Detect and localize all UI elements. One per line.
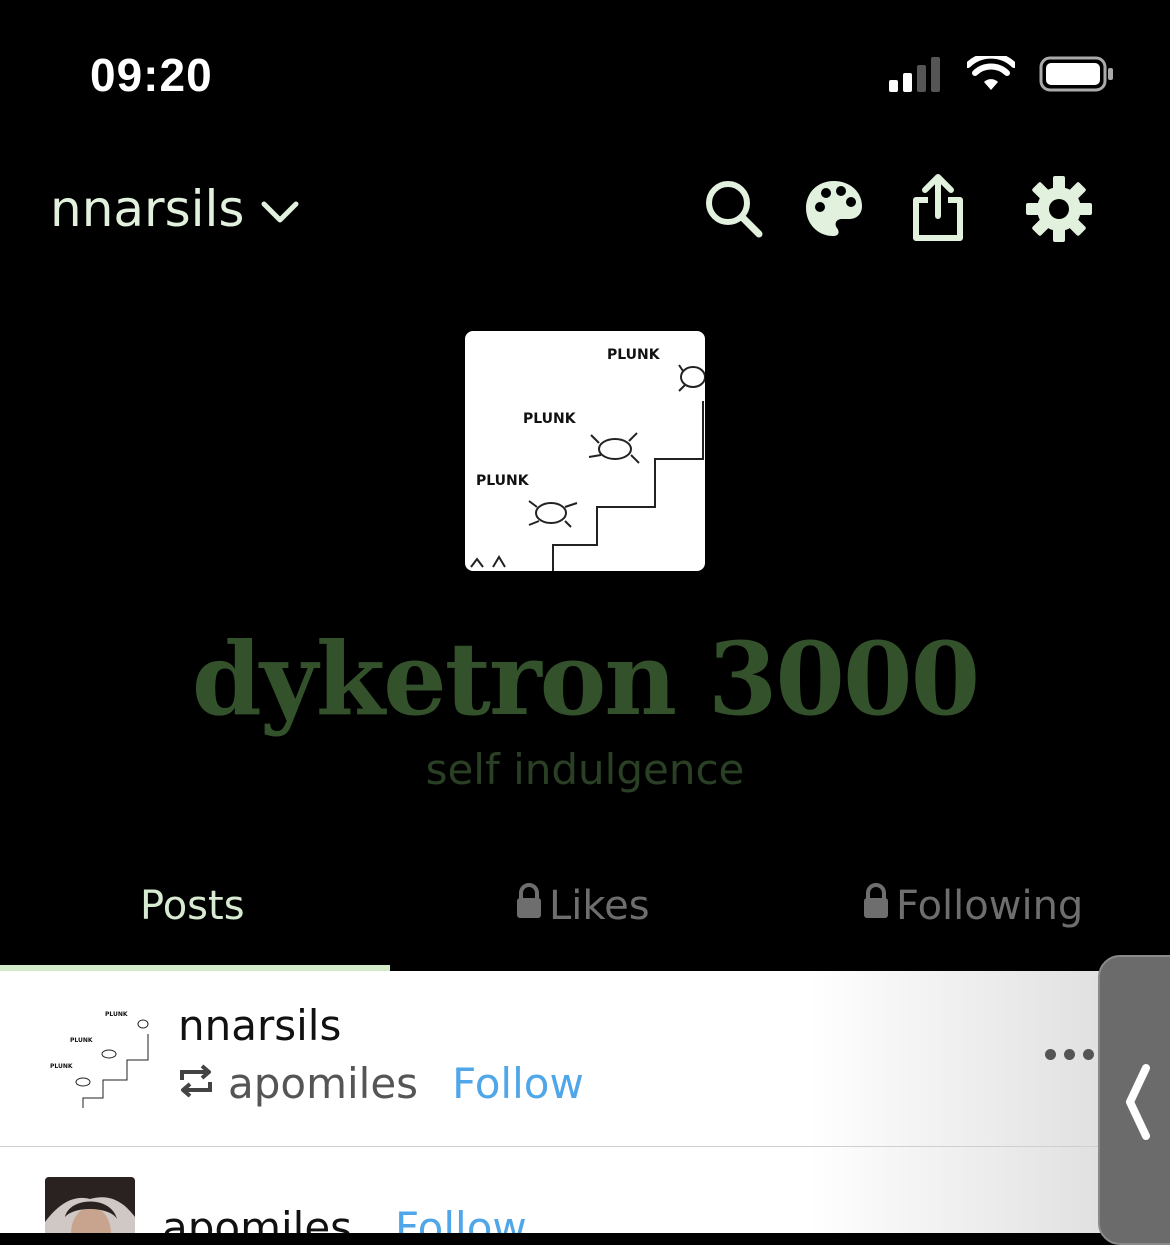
follow-button[interactable]: Follow (452, 1059, 584, 1108)
cellular-signal-icon (889, 56, 943, 97)
tab-posts-label: Posts (140, 883, 245, 929)
status-icons (889, 52, 1115, 97)
avatar-label-2: PLUNK (523, 411, 577, 427)
svg-text:PLUNK: PLUNK (105, 1011, 128, 1018)
next-post-username[interactable]: apomiles (162, 1203, 352, 1233)
gear-icon[interactable] (1024, 174, 1094, 249)
lock-icon (862, 883, 890, 929)
blog-description: self indulgence (425, 745, 745, 794)
post-header: PLUNK PLUNK PLUNK nnarsils apomiles Foll… (0, 971, 1170, 1146)
next-post-avatar[interactable] (45, 1177, 135, 1233)
side-panel-handle[interactable] (1098, 955, 1170, 1245)
tab-following-label: Following (896, 883, 1084, 929)
search-icon[interactable] (703, 178, 765, 245)
top-actions (0, 172, 1170, 252)
blog-title: dyketron 3000 (191, 620, 980, 738)
top-bar: nnarsils (0, 160, 1170, 260)
lock-icon (515, 883, 543, 929)
svg-text:PLUNK: PLUNK (50, 1063, 73, 1070)
profile-tabs: Posts Likes Following (0, 865, 1170, 971)
svg-text:PLUNK: PLUNK (70, 1037, 93, 1044)
tab-posts[interactable]: Posts (140, 883, 245, 929)
battery-icon (1039, 56, 1115, 97)
next-post-follow-button[interactable]: Follow (395, 1203, 527, 1233)
post-username[interactable]: nnarsils (178, 1001, 341, 1050)
avatar-label-1: PLUNK (607, 347, 661, 363)
post-avatar[interactable]: PLUNK PLUNK PLUNK (45, 1004, 149, 1108)
palette-icon[interactable] (803, 178, 865, 245)
more-options-icon[interactable] (1045, 1049, 1094, 1060)
avatar-label-3: PLUNK (476, 473, 530, 489)
status-time: 09:20 (90, 49, 213, 101)
reblog-line: apomiles Follow (178, 1059, 584, 1108)
tab-following[interactable]: Following (862, 883, 1083, 929)
tab-likes-label: Likes (549, 883, 650, 929)
divider (0, 1146, 1170, 1147)
status-bar: 09:20 (0, 0, 1170, 140)
reblogged-from-username[interactable]: apomiles (228, 1059, 418, 1108)
share-icon[interactable] (908, 172, 968, 247)
post-feed: PLUNK PLUNK PLUNK nnarsils apomiles Foll… (0, 971, 1170, 1233)
blog-avatar[interactable]: PLUNK PLUNK PLUNK (465, 331, 705, 571)
avatar-illustration: PLUNK PLUNK PLUNK (470, 347, 705, 571)
wifi-icon (965, 52, 1017, 97)
reblog-icon (178, 1059, 214, 1108)
tab-likes[interactable]: Likes (515, 883, 650, 929)
chevron-left-icon (1122, 1062, 1152, 1147)
